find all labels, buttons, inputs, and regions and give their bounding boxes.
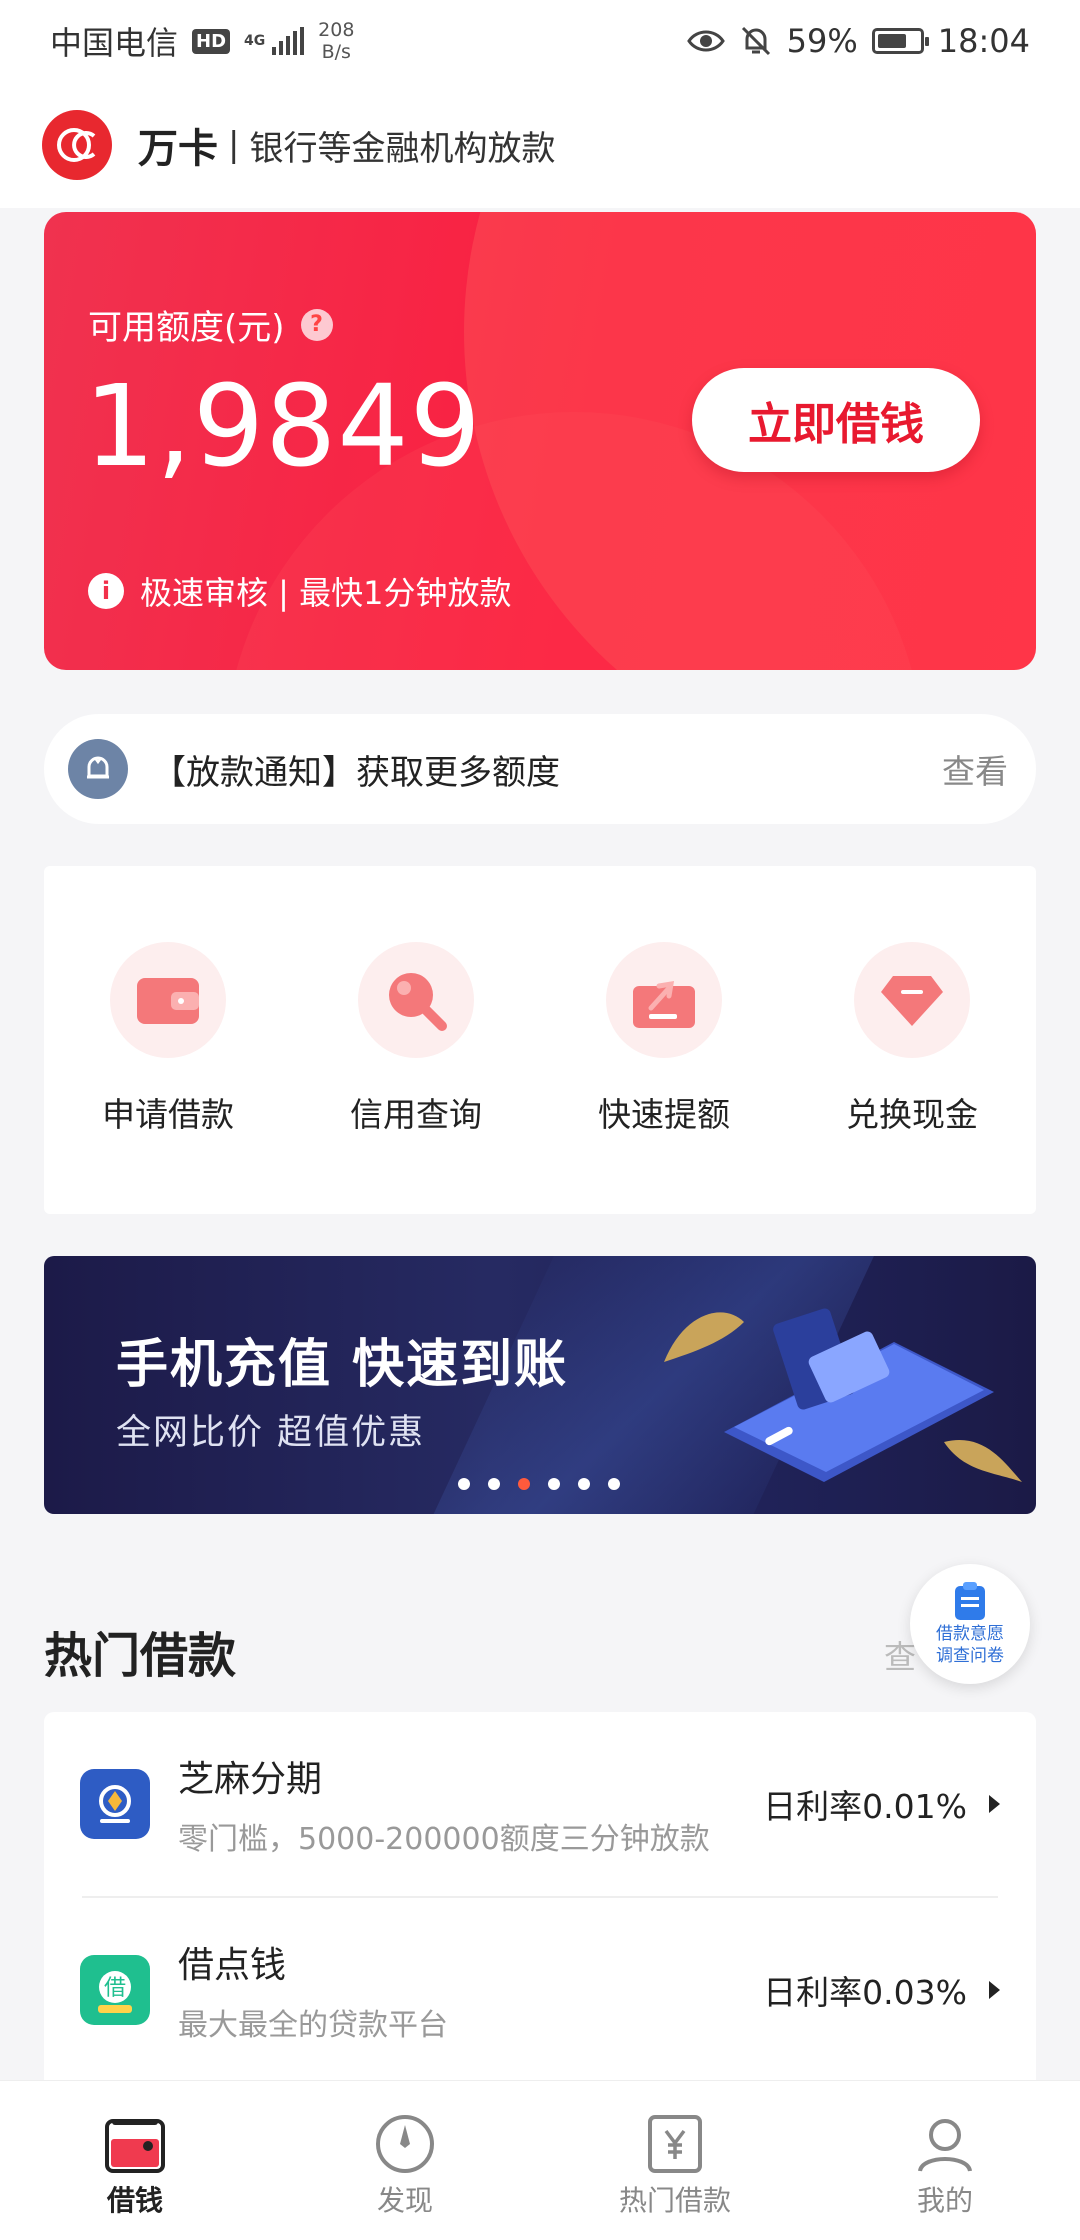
bottom-tab-bar: 借钱 发现 热门借款 我的: [0, 2080, 1080, 2240]
banner-dot-active[interactable]: [518, 1478, 530, 1490]
profile-icon: [918, 2119, 972, 2172]
network-type: 4G: [244, 33, 266, 49]
info-icon: i: [88, 573, 124, 609]
loan-desc: 最大最全的贷款平台: [178, 2008, 448, 2043]
search-icon: [358, 942, 474, 1058]
svg-text:借: 借: [104, 1976, 126, 2001]
loan-desc: 零门槛，5000-200000额度三分钟放款: [178, 1822, 710, 1857]
banner-dot[interactable]: [608, 1478, 620, 1490]
review-tip: i 极速审核 | 最快1分钟放款: [88, 568, 512, 614]
tab-label: 我的: [916, 2184, 973, 2217]
app-header: 万卡 | 银行等金融机构放款: [0, 82, 1080, 208]
banner-subtitle: 全网比价 超值优惠: [116, 1413, 426, 1453]
diamond-icon: [854, 942, 970, 1058]
compass-icon: [376, 2115, 434, 2173]
chevron-right-icon: [989, 1795, 1000, 1813]
wallet-tab-icon: [105, 2119, 165, 2173]
brand-separator: |: [228, 125, 240, 165]
loan-item-jiedianqian[interactable]: 借 借点钱 最大最全的贷款平台 日利率0.03%: [44, 1898, 1036, 2082]
loan-rate: 日利率0.03%: [763, 1973, 967, 2012]
survey-line1: 借款意愿: [936, 1624, 1004, 1644]
battery-icon: [871, 28, 929, 54]
shortcut-raise-limit[interactable]: 快速提额: [540, 866, 788, 1214]
clock: 18:04: [937, 22, 1030, 60]
banner-dot[interactable]: [488, 1478, 500, 1490]
eye-icon: [686, 30, 725, 52]
borrow-now-button[interactable]: 立即借钱: [692, 368, 980, 472]
loan-item-zhima[interactable]: 芝麻分期 零门槛，5000-200000额度三分钟放款 日利率0.01%: [44, 1712, 1036, 1896]
tab-mine[interactable]: 我的: [810, 2081, 1080, 2240]
shortcut-label: 兑换现金: [846, 1095, 978, 1134]
bell-icon: [68, 739, 128, 799]
help-icon[interactable]: ?: [300, 308, 333, 341]
upload-box-icon: [606, 942, 722, 1058]
available-amount: 1,9849: [84, 362, 482, 492]
shortcut-grid: 申请借款 信用查询 快速提额 兑换现金: [44, 866, 1036, 1214]
zhima-app-icon: [80, 1769, 150, 1839]
yen-doc-icon: [648, 2115, 702, 2173]
net-speed-value: 208: [318, 19, 355, 41]
network-indicator: 4G: [244, 27, 305, 55]
tab-label: 热门借款: [618, 2184, 731, 2217]
survey-float-button[interactable]: 借款意愿 调查问卷: [910, 1564, 1030, 1684]
chevron-right-icon: [989, 1981, 1000, 1999]
survey-label: 借款意愿 调查问卷: [936, 1623, 1004, 1667]
tab-label: 发现: [376, 2184, 433, 2217]
banner-title: 手机充值 快速到账: [116, 1335, 569, 1395]
notice-text: 【放款通知】获取更多额度: [152, 752, 560, 793]
credit-limit-card: 可用额度(元) ? 1,9849 立即借钱 i 极速审核 | 最快1分钟放款: [44, 212, 1036, 670]
shortcut-apply-loan[interactable]: 申请借款: [44, 866, 292, 1214]
tab-discover[interactable]: 发现: [270, 2081, 540, 2240]
loan-rate: 日利率0.01%: [763, 1787, 967, 1826]
available-limit-label: 可用额度(元) ?: [88, 300, 333, 349]
shortcut-label: 快速提额: [598, 1095, 730, 1134]
loan-notice-bar[interactable]: 【放款通知】获取更多额度 查看: [44, 714, 1036, 824]
brand-subtitle: 银行等金融机构放款: [249, 128, 556, 169]
brand-name: 万卡: [138, 126, 218, 172]
survey-line2: 调查问卷: [936, 1646, 1004, 1666]
jiedianqian-app-icon: 借: [80, 1955, 150, 2025]
clipboard-icon: [955, 1582, 985, 1620]
shortcut-credit-query[interactable]: 信用查询: [292, 866, 540, 1214]
carrier-name: 中国电信: [50, 24, 179, 62]
hot-loans-title: 热门借款: [44, 1628, 237, 1684]
banner-dot[interactable]: [548, 1478, 560, 1490]
tab-hot-loans[interactable]: 热门借款: [540, 2081, 810, 2240]
limit-label-text: 可用额度(元): [88, 308, 285, 348]
wallet-icon: [110, 942, 226, 1058]
tab-borrow[interactable]: 借钱: [0, 2081, 270, 2240]
tab-label: 借钱: [106, 2184, 163, 2217]
shortcut-label: 申请借款: [102, 1095, 234, 1134]
signal-icon: [272, 27, 305, 55]
shortcut-exchange-cash[interactable]: 兑换现金: [788, 866, 1036, 1214]
loan-name: 借点钱: [178, 1945, 287, 1986]
shortcut-label: 信用查询: [350, 1095, 482, 1134]
promo-banner[interactable]: 手机充值 快速到账 全网比价 超值优惠: [44, 1256, 1036, 1514]
battery-percent: 59%: [786, 22, 858, 60]
bell-muted-icon: [741, 26, 770, 56]
brand-logo-icon: [42, 110, 112, 180]
banner-dot[interactable]: [458, 1478, 470, 1490]
status-bar: 中国电信 HD 4G 208 B/s 59% 18:04: [0, 0, 1080, 82]
hd-badge: HD: [192, 28, 231, 54]
hot-loan-list: 芝麻分期 零门槛，5000-200000额度三分钟放款 日利率0.01% 借 借…: [44, 1712, 1036, 2092]
net-speed: 208 B/s: [318, 19, 354, 63]
banner-dot[interactable]: [578, 1478, 590, 1490]
loan-name: 芝麻分期: [178, 1759, 323, 1800]
phone-card-illustration-icon: [664, 1308, 1022, 1482]
banner-pagination: [458, 1478, 620, 1490]
review-tip-text: 极速审核 | 最快1分钟放款: [140, 574, 512, 612]
net-speed-unit: B/s: [321, 41, 351, 63]
notice-view-link[interactable]: 查看: [942, 745, 1012, 793]
